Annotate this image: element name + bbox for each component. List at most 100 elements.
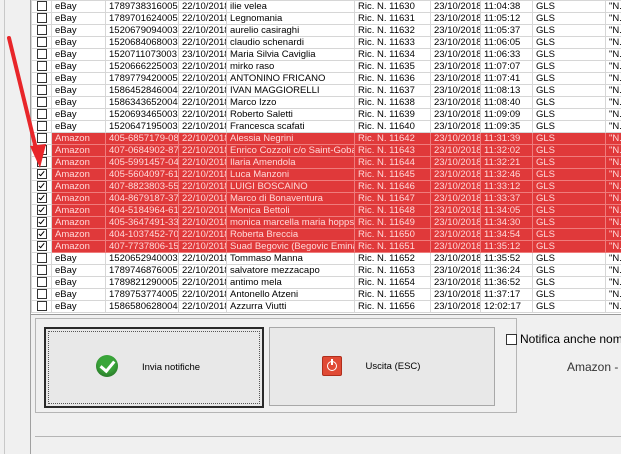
carrier-cell: GLS	[532, 252, 606, 265]
table-row[interactable]: eBay 1520647195003 22/10/2018 Francesca sca…	[31, 120, 621, 133]
customer-name-cell: Maria Silvia Caviglia	[226, 48, 355, 61]
table-row[interactable]: Amazon407-0684902-87...22/10/2018Enrico …	[31, 144, 621, 157]
time-cell: 11:36:24	[480, 264, 533, 277]
notes-cell: "N...	[605, 120, 621, 133]
order-code-cell: 404-5184964-61...	[105, 204, 179, 217]
table-row[interactable]: eBay 1586580628004 22/10/2018 Azzurra Viutt…	[31, 300, 621, 313]
table-row[interactable]: eBay 1520684068003 22/10/2018 claudio schen…	[31, 36, 621, 49]
notes-cell: "N...	[605, 144, 621, 157]
table-row[interactable]: eBay 1586343652004 22/10/2018 Marco Izzo Ric…	[31, 96, 621, 109]
time-cell: 11:32:46	[480, 168, 533, 181]
order-code-cell: 407-7737806-15...	[105, 240, 179, 253]
orders-table: eBay 1789738316005 22/10/2018 ilie velea Ric…	[31, 0, 621, 313]
row-checkbox[interactable]	[36, 253, 47, 264]
receipt-number-cell: Ric. N. 11633	[354, 36, 431, 49]
row-checkbox[interactable]	[36, 145, 47, 156]
row-checkbox[interactable]	[36, 241, 47, 252]
row-checkbox[interactable]	[36, 169, 47, 180]
row-checkbox[interactable]	[36, 121, 47, 132]
source-cell: eBay	[51, 12, 106, 25]
row-checkbox[interactable]	[36, 13, 47, 24]
row-checkbox[interactable]	[36, 289, 47, 300]
shipping-date-cell: 23/10/2018	[430, 60, 481, 73]
table-row[interactable]: Amazon405-6857179-08...22/10/2018Alessia…	[31, 132, 621, 145]
table-row[interactable]: Amazon407-7737806-15...22/10/2018Suad Be…	[31, 240, 621, 253]
exit-button[interactable]: Uscita (ESC)	[269, 327, 495, 406]
table-row[interactable]: eBay 1520693465003 22/10/2018 Roberto Salet…	[31, 108, 621, 121]
row-checkbox[interactable]	[36, 1, 47, 12]
orders-grid[interactable]: eBay 1789738316005 22/10/2018 ilie velea Ric…	[31, 0, 621, 315]
notify-name-option[interactable]: Notifica anche nome	[506, 332, 621, 346]
row-checkbox[interactable]	[36, 25, 47, 36]
table-row[interactable]: eBay 1520711073003 23/10/2018 Maria Silvia …	[31, 48, 621, 61]
notes-cell: "N...	[605, 240, 621, 253]
table-row[interactable]: Amazon404-1037452-70...22/10/2018Roberta…	[31, 228, 621, 241]
table-row[interactable]: Amazon405-5991457-04...22/10/2018Ilaria …	[31, 156, 621, 169]
notify-name-checkbox[interactable]	[506, 334, 517, 346]
receipt-number-cell: Ric. N. 11634	[354, 48, 431, 61]
shipping-date-cell: 23/10/2018	[430, 72, 481, 85]
receipt-number-cell: Ric. N. 11639	[354, 108, 431, 121]
row-checkbox[interactable]	[36, 229, 47, 240]
row-checkbox[interactable]	[36, 109, 47, 120]
table-row[interactable]: Amazon407-8823803-55...22/10/2018LUIGI B…	[31, 180, 621, 193]
row-checkbox[interactable]	[36, 61, 47, 72]
table-row[interactable]: eBay 1789779420005 22/10/2018 ANTONINO FRIC…	[31, 72, 621, 85]
notes-cell: "N...	[605, 204, 621, 217]
table-row[interactable]: eBay 1789753774005 22/10/2018 Antonello Atz…	[31, 288, 621, 301]
order-code-cell: 1520711073003	[105, 48, 179, 61]
table-row[interactable]: Amazon405-3647491-33...22/10/2018monica …	[31, 216, 621, 229]
table-row[interactable]: eBay 1520666225003 22/10/2018 mirko raso Ric…	[31, 60, 621, 73]
carrier-cell: GLS	[532, 72, 606, 85]
notes-cell: "N...	[605, 48, 621, 61]
row-checkbox[interactable]	[36, 49, 47, 60]
time-cell: 11:31:39	[480, 132, 533, 145]
carrier-cell: GLS	[532, 288, 606, 301]
table-row[interactable]: eBay 1586452846004 22/10/2018 IVAN MAGGIORE…	[31, 84, 621, 97]
carrier-cell: GLS	[532, 96, 606, 109]
customer-name-cell: monica marcella maria hopps	[226, 216, 355, 229]
source-cell: eBay	[51, 288, 106, 301]
receipt-number-cell: Ric. N. 11636	[354, 72, 431, 85]
time-cell: 11:05:37	[480, 24, 533, 37]
row-checkbox[interactable]	[36, 157, 47, 168]
send-notifications-button[interactable]: Invia notifiche	[44, 327, 264, 408]
row-checkbox-cell	[31, 72, 52, 85]
row-checkbox[interactable]	[36, 73, 47, 84]
row-checkbox-cell	[31, 228, 52, 241]
table-row[interactable]: eBay 1520679094003 22/10/2018 aurelio casir…	[31, 24, 621, 37]
row-checkbox[interactable]	[36, 193, 47, 204]
row-checkbox[interactable]	[36, 217, 47, 228]
order-date-cell: 22/10/2018	[178, 144, 227, 157]
row-checkbox[interactable]	[36, 97, 47, 108]
receipt-number-cell: Ric. N. 11651	[354, 240, 431, 253]
shipping-date-cell: 23/10/2018	[430, 204, 481, 217]
table-row[interactable]: eBay 1789701624005 22/10/2018 Legnomania Ric…	[31, 12, 621, 25]
table-row[interactable]: Amazon404-5184964-61...22/10/2018Monica …	[31, 204, 621, 217]
order-code-cell: 405-5991457-04...	[105, 156, 179, 169]
notes-cell: "N...	[605, 228, 621, 241]
table-row[interactable]: eBay 1789738316005 22/10/2018 ilie velea Ric…	[31, 0, 621, 13]
row-checkbox[interactable]	[36, 133, 47, 144]
row-checkbox[interactable]	[36, 181, 47, 192]
table-row[interactable]: Amazon405-5604097-61...22/10/2018Luca Ma…	[31, 168, 621, 181]
notes-cell: "N...	[605, 96, 621, 109]
row-checkbox[interactable]	[36, 37, 47, 48]
row-checkbox[interactable]	[36, 265, 47, 276]
table-row[interactable]: Amazon404-8679187-37...22/10/2018Marco d…	[31, 192, 621, 205]
table-row[interactable]: eBay 1789746876005 22/10/2018 salvatore mez…	[31, 264, 621, 277]
shipping-date-cell: 23/10/2018	[430, 132, 481, 145]
table-row[interactable]: eBay 1520652940003 22/10/2018 Tommaso Manna…	[31, 252, 621, 265]
order-code-cell: 405-6857179-08...	[105, 132, 179, 145]
row-checkbox[interactable]	[36, 85, 47, 96]
carrier-cell: GLS	[532, 264, 606, 277]
carrier-cell: GLS	[532, 108, 606, 121]
order-code-cell: 1520693465003	[105, 108, 179, 121]
order-date-cell: 22/10/2018	[178, 240, 227, 253]
row-checkbox[interactable]	[36, 205, 47, 216]
table-row[interactable]: eBay 1789821290005 22/10/2018 antimo mela Ri…	[31, 276, 621, 289]
row-checkbox[interactable]	[36, 301, 47, 312]
row-checkbox-cell	[31, 96, 52, 109]
row-checkbox[interactable]	[36, 277, 47, 288]
carrier-cell: GLS	[532, 24, 606, 37]
